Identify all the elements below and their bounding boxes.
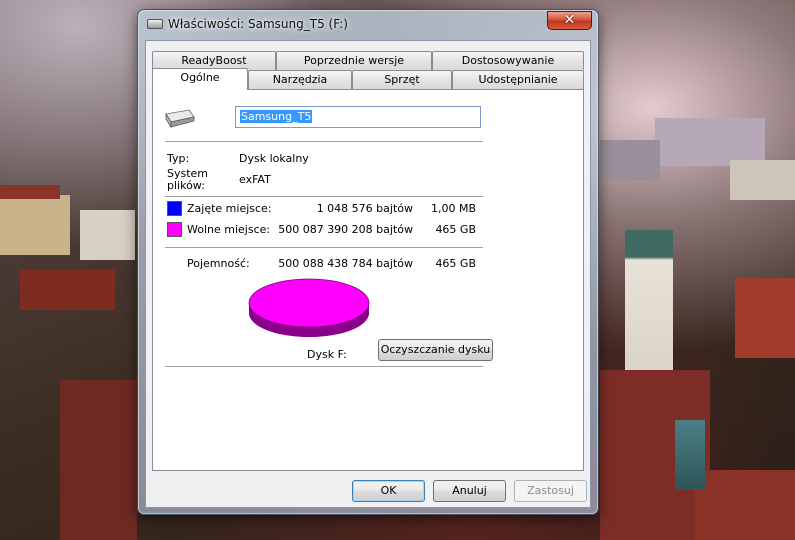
properties-dialog: Właściwości: Samsung_T5 (F:) ✕ ReadyBoos…: [137, 9, 599, 515]
type-value: Dysk lokalny: [239, 152, 309, 165]
tab-previous-versions[interactable]: Poprzednie wersje: [276, 51, 432, 70]
close-button[interactable]: ✕: [547, 11, 592, 30]
tab-customize[interactable]: Dostosowywanie: [432, 51, 584, 70]
free-space-label: Wolne miejsce:: [187, 223, 271, 236]
background-building: [730, 160, 795, 200]
disk-label: Dysk F:: [307, 348, 347, 361]
background-roof: [0, 185, 60, 199]
capacity-bytes: 500 088 438 784 bajtów: [278, 257, 413, 270]
drive-name-text: Samsung_T5: [240, 110, 313, 123]
disk-cleanup-button[interactable]: Oczyszczanie dysku: [378, 339, 493, 361]
ok-button[interactable]: OK: [352, 480, 425, 502]
title-bar[interactable]: Właściwości: Samsung_T5 (F:) ✕: [138, 10, 598, 38]
divider: [165, 366, 483, 367]
tab-sharing[interactable]: Udostępnianie: [452, 70, 584, 89]
background-roof: [60, 380, 137, 540]
disk-usage-pie: [248, 278, 370, 337]
dialog-client-area: ReadyBoost Poprzednie wersje Dostosowywa…: [145, 40, 591, 508]
capacity-size: 465 GB: [435, 257, 476, 270]
tab-general[interactable]: Ogólne: [152, 68, 248, 90]
general-tab-panel: Samsung_T5 Typ: Dysk lokalny System plik…: [152, 89, 584, 471]
free-space-size: 465 GB: [435, 223, 476, 236]
filesystem-label-line2: plików:: [167, 179, 205, 192]
hard-drive-icon: [165, 109, 195, 129]
background-building: [0, 195, 70, 255]
background-building: [655, 118, 765, 166]
tab-tools[interactable]: Narzędzia: [248, 70, 352, 89]
cancel-button[interactable]: Anuluj: [433, 480, 506, 502]
tab-hardware[interactable]: Sprzęt: [352, 70, 452, 89]
used-space-bytes: 1 048 576 bajtów: [316, 202, 413, 215]
background-roof: [695, 470, 795, 540]
capacity-label: Pojemność:: [187, 257, 250, 270]
background-roof: [20, 270, 115, 310]
drive-icon: [147, 19, 163, 29]
divider: [165, 247, 483, 248]
free-space-swatch: [167, 222, 182, 237]
used-space-label: Zajęte miejsce:: [187, 202, 272, 215]
background-building: [600, 140, 660, 180]
used-space-swatch: [167, 201, 182, 216]
type-label: Typ:: [167, 152, 190, 165]
church-spire: [675, 420, 705, 490]
free-space-bytes: 500 087 390 208 bajtów: [278, 223, 413, 236]
window-title: Właściwości: Samsung_T5 (F:): [168, 17, 348, 31]
background-roof: [735, 278, 795, 358]
divider: [165, 141, 483, 142]
drive-name-input[interactable]: Samsung_T5: [235, 106, 481, 128]
divider: [165, 196, 483, 197]
apply-button[interactable]: Zastosuj: [514, 480, 587, 502]
background-building: [80, 210, 135, 260]
church-tower: [625, 230, 673, 380]
filesystem-value: exFAT: [239, 173, 271, 186]
used-space-size: 1,00 MB: [430, 202, 476, 215]
